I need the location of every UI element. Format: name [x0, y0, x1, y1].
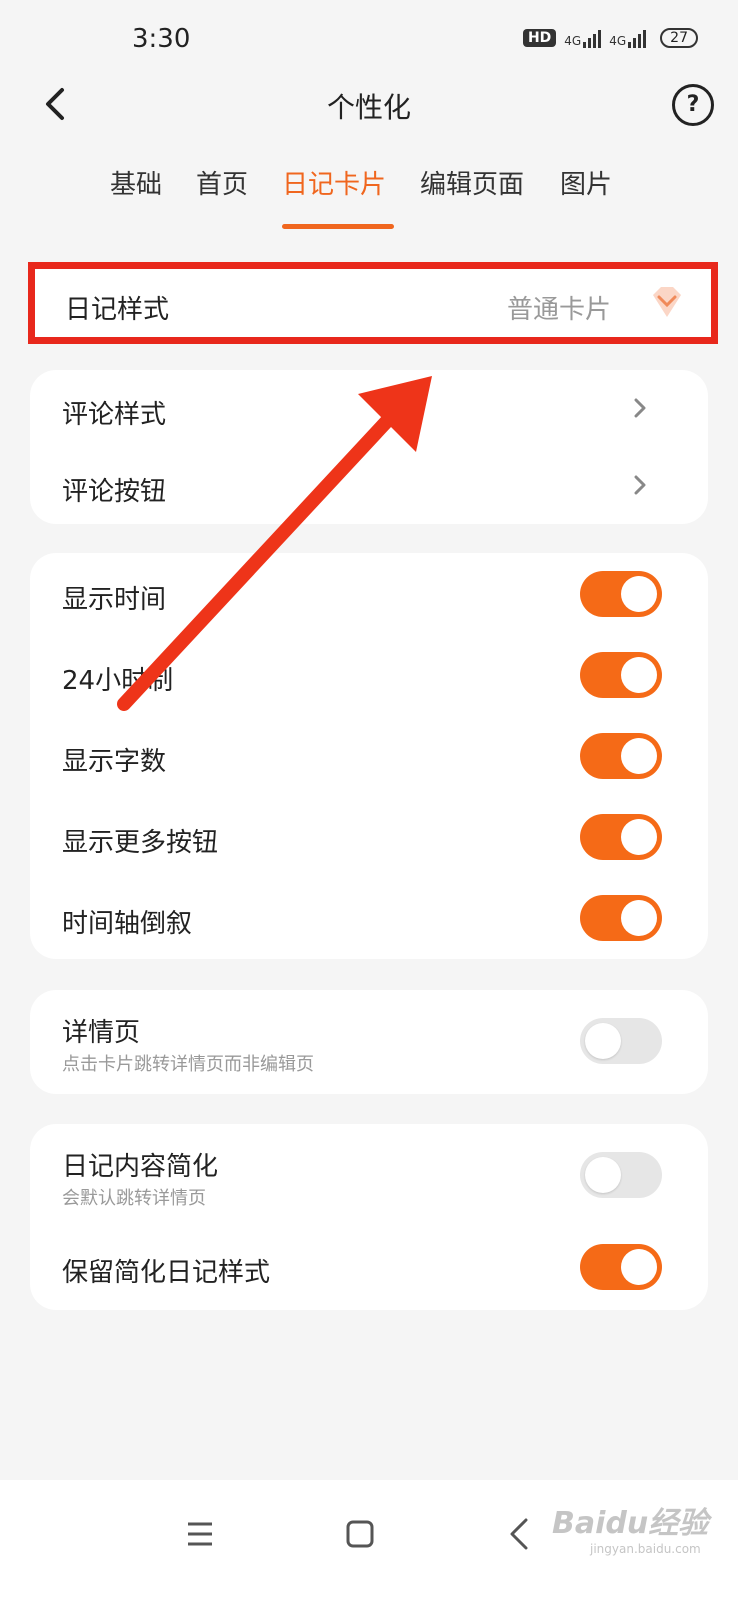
- home-button[interactable]: [330, 1504, 390, 1564]
- keep-simplified-style-row: 保留简化日记样式: [30, 1228, 708, 1308]
- tab-home[interactable]: 首页: [196, 164, 248, 201]
- detail-page-toggle[interactable]: [580, 1018, 662, 1064]
- chevron-right-icon: [634, 398, 646, 418]
- signal-bars-icon: [628, 28, 647, 48]
- display-settings-card: 显示时间 24小时制 显示字数 显示更多按钮 时间轴倒叙: [30, 553, 708, 959]
- comment-button-row[interactable]: 评论按钮: [30, 447, 708, 527]
- tab-basic[interactable]: 基础: [110, 164, 162, 201]
- keep-simplified-style-label: 保留简化日记样式: [62, 1258, 271, 1288]
- baidu-watermark: Baidu经验: [552, 1506, 709, 1541]
- detail-page-card: 详情页 点击卡片跳转详情页而非编辑页: [30, 990, 708, 1094]
- top-app-bar: 个性化 ?: [0, 70, 738, 140]
- signal-2: 4G: [609, 28, 647, 48]
- nav-back-button[interactable]: [490, 1504, 550, 1564]
- comment-style-label: 评论样式: [62, 400, 167, 430]
- help-button[interactable]: ?: [672, 84, 714, 126]
- show-word-count-label: 显示字数: [62, 747, 167, 777]
- tab-bar: 基础 首页 日记卡片 编辑页面 图片: [0, 160, 738, 230]
- show-word-count-row: 显示字数: [30, 717, 708, 797]
- timeline-reverse-label: 时间轴倒叙: [62, 909, 193, 939]
- timeline-reverse-toggle[interactable]: [580, 895, 662, 941]
- status-icons: HD 4G 4G 27: [522, 28, 698, 48]
- comment-button-label: 评论按钮: [62, 477, 167, 507]
- simplify-content-row: 日记内容简化 会默认跳转详情页: [30, 1130, 708, 1226]
- tab-edit-page[interactable]: 编辑页面: [420, 164, 524, 201]
- show-more-button-toggle[interactable]: [580, 814, 662, 860]
- network-type-1: 4G: [564, 34, 582, 48]
- show-time-row: 显示时间: [30, 555, 708, 635]
- 24-hour-label: 24小时制: [62, 666, 174, 696]
- detail-page-row: 详情页 点击卡片跳转详情页而非编辑页: [30, 996, 708, 1092]
- home-square-icon: [346, 1520, 374, 1548]
- comment-settings-card: 评论样式 评论按钮: [30, 370, 708, 524]
- comment-style-row[interactable]: 评论样式: [30, 370, 708, 450]
- menu-icon: [188, 1522, 212, 1546]
- 24-hour-row: 24小时制: [30, 636, 708, 716]
- active-tab-indicator: [282, 224, 394, 229]
- status-bar: 3:30 HD 4G 4G 27: [0, 0, 738, 80]
- signal-1: 4G: [564, 28, 602, 48]
- menu-button[interactable]: [170, 1504, 230, 1564]
- tab-diary-card[interactable]: 日记卡片: [282, 164, 386, 201]
- battery-indicator: 27: [660, 28, 698, 48]
- signal-bars-icon: [583, 28, 602, 48]
- diary-style-value: 普通卡片: [507, 295, 612, 325]
- network-type-2: 4G: [609, 34, 627, 48]
- 24-hour-toggle[interactable]: [580, 652, 662, 698]
- hd-badge: HD: [522, 29, 557, 47]
- detail-page-label: 详情页: [62, 1018, 141, 1048]
- chevron-right-icon: [634, 475, 646, 495]
- show-word-count-toggle[interactable]: [580, 733, 662, 779]
- show-time-toggle[interactable]: [580, 571, 662, 617]
- baidu-watermark-url: jingyan.baidu.com: [590, 1542, 701, 1556]
- back-triangle-icon: [510, 1518, 528, 1550]
- simplify-settings-card: 日记内容简化 会默认跳转详情页 保留简化日记样式: [30, 1124, 708, 1310]
- simplify-content-label: 日记内容简化: [62, 1152, 219, 1182]
- simplify-content-toggle[interactable]: [580, 1152, 662, 1198]
- page-title: 个性化: [326, 91, 411, 124]
- timeline-reverse-row: 时间轴倒叙: [30, 879, 708, 959]
- show-more-button-row: 显示更多按钮: [30, 798, 708, 878]
- tab-images[interactable]: 图片: [560, 164, 612, 201]
- detail-page-subtitle: 点击卡片跳转详情页而非编辑页: [62, 1054, 314, 1075]
- simplify-content-subtitle: 会默认跳转详情页: [62, 1188, 206, 1209]
- diary-style-row[interactable]: 日记样式 普通卡片: [28, 262, 718, 344]
- status-time: 3:30: [132, 24, 191, 54]
- keep-simplified-style-toggle[interactable]: [580, 1244, 662, 1290]
- diary-style-label: 日记样式: [65, 295, 170, 325]
- premium-gem-icon: [653, 287, 681, 317]
- show-time-label: 显示时间: [62, 585, 167, 615]
- show-more-button-label: 显示更多按钮: [62, 828, 219, 858]
